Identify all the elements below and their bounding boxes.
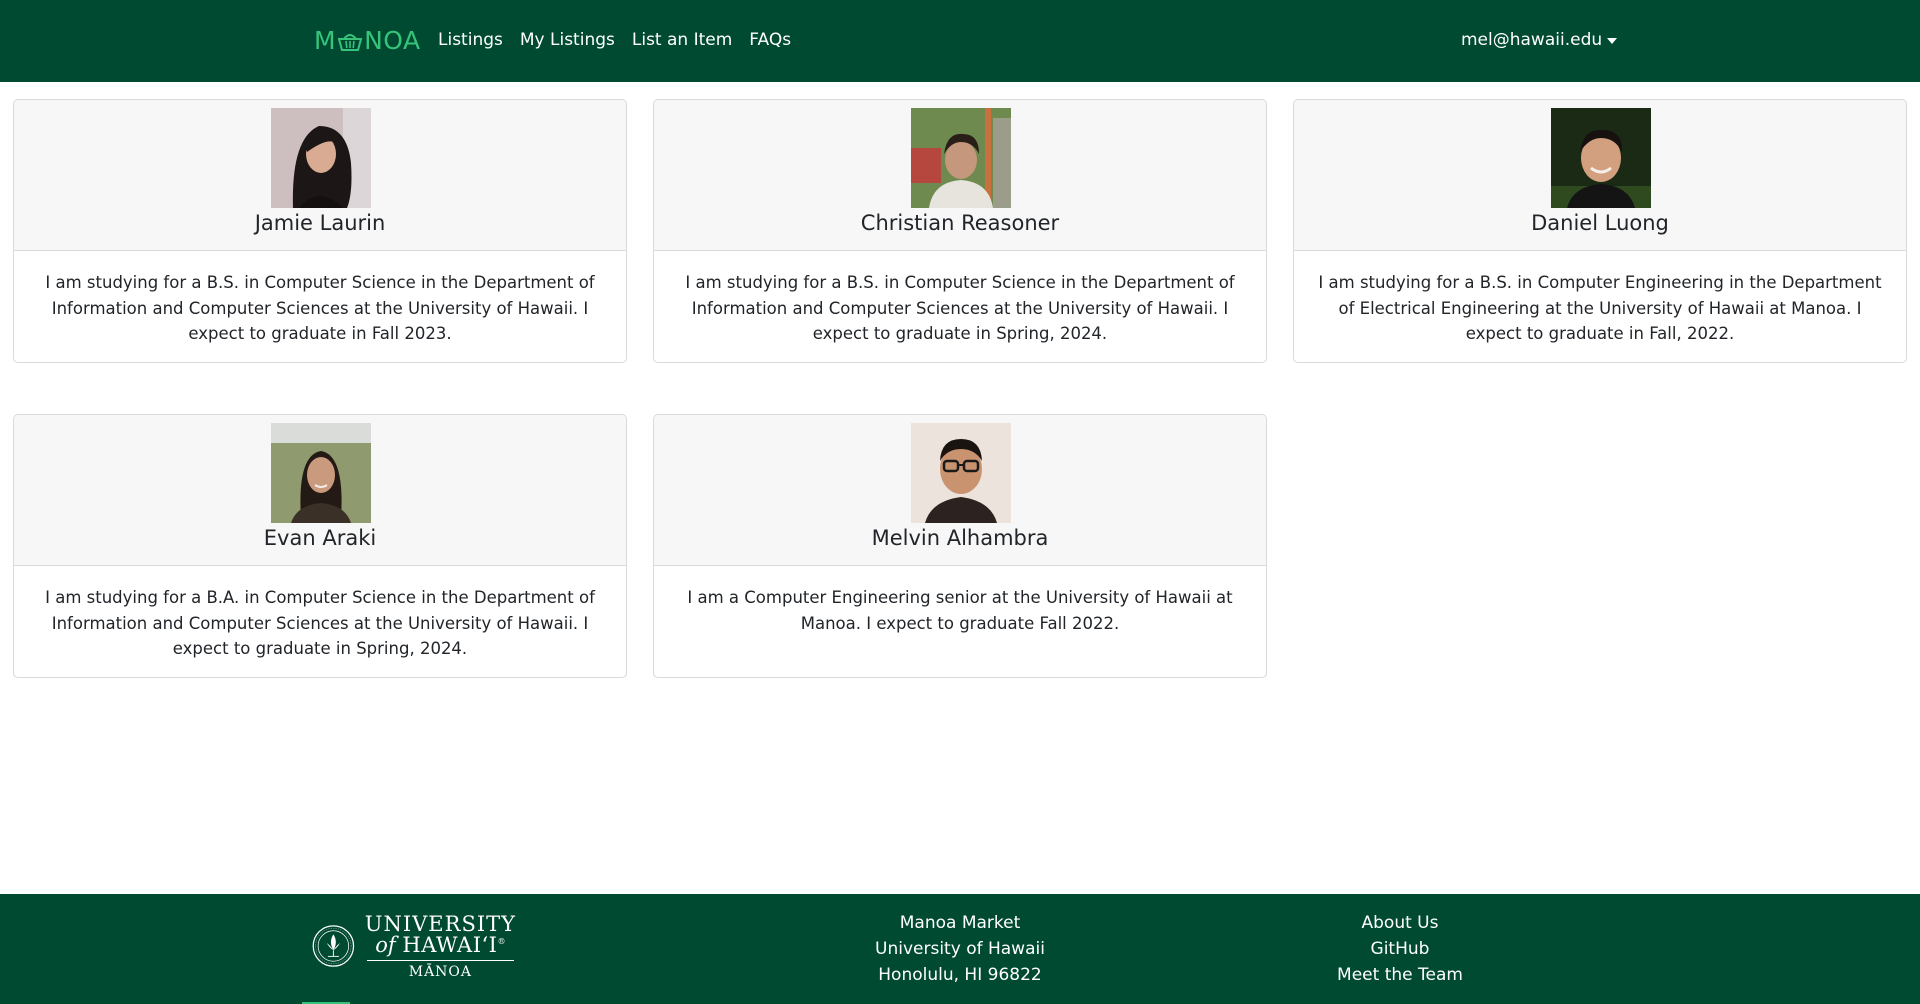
member-name: Daniel Luong [1531, 211, 1669, 235]
wordmark-manoa: MĀNOA [408, 963, 473, 980]
footer-link-github[interactable]: GitHub [1300, 936, 1500, 962]
footer-links: About Us GitHub Meet the Team [1300, 910, 1500, 988]
footer-address-line: Manoa Market [899, 913, 1021, 933]
nav-link-faqs[interactable]: FAQs [749, 30, 791, 50]
nav-links: Listings My Listings List an Item FAQs [438, 30, 808, 50]
member-name: Christian Reasoner [860, 211, 1060, 235]
member-bio: I am studying for a B.S. in Computer Eng… [1318, 273, 1882, 343]
brand-logo[interactable]: M NOA [314, 24, 421, 56]
member-name: Jamie Laurin [254, 211, 386, 235]
user-email: mel@hawaii.edu [1461, 30, 1603, 50]
profile-photo [1551, 108, 1651, 208]
university-wordmark: UNIVERSITY of HAWAIʻI® MĀNOA [364, 911, 516, 980]
card-header: Daniel Luong [1294, 100, 1906, 251]
footer: UNIVERSITY of HAWAIʻI® MĀNOA Manoa Marke… [0, 894, 1920, 1004]
user-dropdown[interactable]: mel@hawaii.edu [1461, 30, 1618, 50]
card-header: Melvin Alhambra [654, 415, 1266, 566]
team-card-melvin: Melvin Alhambra I am a Computer Engineer… [653, 414, 1267, 678]
wordmark-of: of [375, 932, 396, 957]
member-bio: I am a Computer Engineering senior at th… [687, 588, 1233, 633]
brand-text-right: NOA [364, 25, 421, 55]
nav-link-listings[interactable]: Listings [438, 30, 503, 50]
basket-icon [337, 29, 363, 51]
nav-link-my-listings[interactable]: My Listings [520, 30, 615, 50]
member-name: Evan Araki [263, 526, 377, 550]
footer-link-about-us[interactable]: About Us [1300, 910, 1500, 936]
university-logo: UNIVERSITY of HAWAIʻI® MĀNOA [312, 910, 516, 982]
brand-text-left: M [314, 25, 337, 55]
footer-link-meet-the-team[interactable]: Meet the Team [1300, 962, 1500, 988]
member-bio: I am studying for a B.A. in Computer Sci… [45, 588, 595, 658]
registered-mark: ® [497, 936, 506, 946]
footer-address: Manoa Market University of Hawaii Honolu… [860, 910, 1060, 988]
profile-photo [271, 108, 371, 208]
caret-down-icon [1607, 38, 1618, 44]
wordmark-divider [366, 959, 514, 961]
member-bio: I am studying for a B.S. in Computer Sci… [45, 273, 595, 343]
card-header: Evan Araki [14, 415, 626, 566]
card-header: Christian Reasoner [654, 100, 1266, 251]
profile-photo [911, 108, 1011, 208]
team-card-daniel: Daniel Luong I am studying for a B.S. in… [1293, 99, 1907, 363]
team-card-evan: Evan Araki I am studying for a B.A. in C… [13, 414, 627, 678]
card-header: Jamie Laurin [14, 100, 626, 251]
wordmark-university: UNIVERSITY [364, 911, 516, 936]
member-name: Melvin Alhambra [871, 526, 1049, 550]
wordmark-hawaii-name: HAWAIʻI [402, 932, 498, 957]
nav-link-list-an-item[interactable]: List an Item [632, 30, 732, 50]
navbar: M NOA Listings My Listings List an Item … [0, 0, 1920, 82]
profile-photo [911, 423, 1011, 523]
footer-address-line: University of Hawaii [875, 939, 1045, 959]
team-card-christian: Christian Reasoner I am studying for a B… [653, 99, 1267, 363]
member-bio: I am studying for a B.S. in Computer Sci… [685, 273, 1235, 343]
team-card-jamie: Jamie Laurin I am studying for a B.S. in… [13, 99, 627, 363]
profile-photo [271, 423, 371, 523]
wordmark-hawaii: of HAWAIʻI® [365, 932, 516, 957]
footer-address-line: Honolulu, HI 96822 [878, 965, 1042, 985]
university-seal-icon [312, 925, 355, 967]
